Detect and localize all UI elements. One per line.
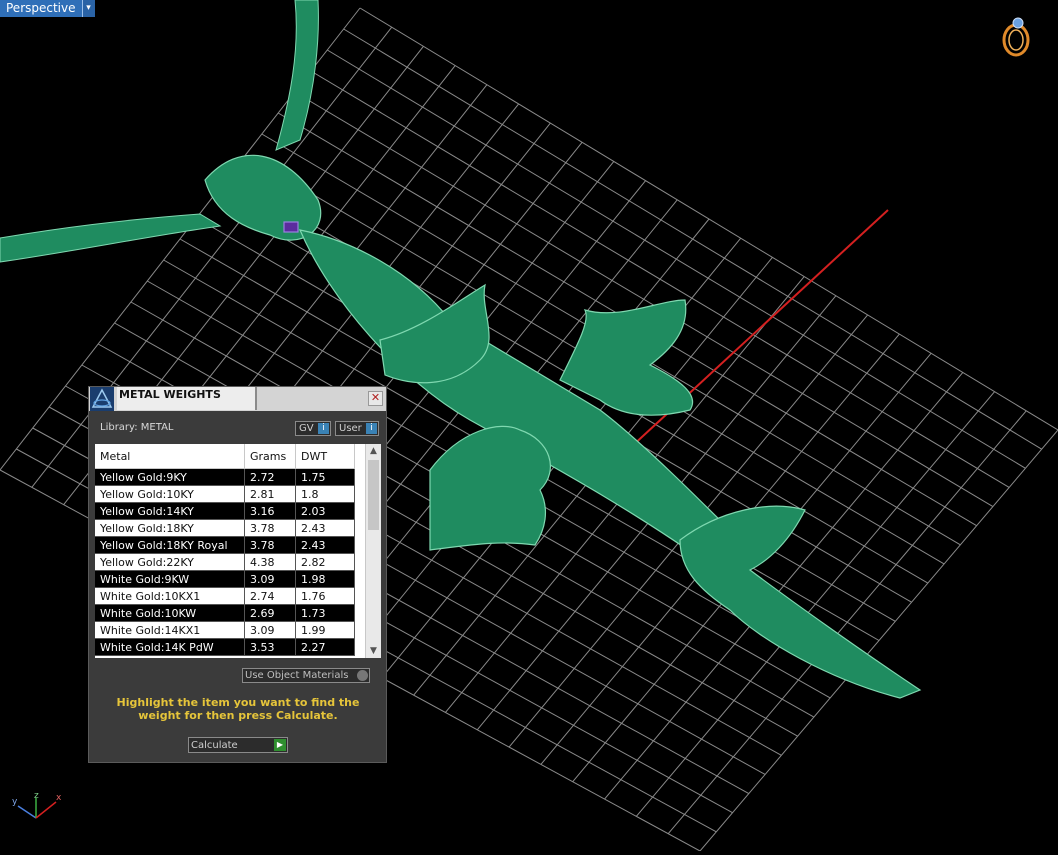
table-row[interactable]: Yellow Gold:18KY 3.78 2.43	[95, 519, 355, 537]
info-icon[interactable]: i	[318, 423, 329, 434]
cell-dwt: 1.98	[295, 570, 355, 588]
cell-dwt: 2.27	[295, 638, 355, 656]
grid-line	[604, 372, 964, 800]
axis-gizmo: y z x	[12, 791, 62, 819]
play-icon: ▶	[274, 739, 286, 751]
ring-icon[interactable]	[996, 14, 1036, 58]
library-label: Library: METAL	[100, 422, 174, 433]
cell-dwt: 1.75	[295, 468, 355, 486]
user-label: User	[339, 423, 362, 434]
view-label[interactable]: Perspective	[0, 0, 82, 17]
user-toggle[interactable]: User i	[335, 421, 379, 436]
cell-grams: 2.69	[244, 604, 296, 622]
calculate-button[interactable]: Calculate ▶	[188, 737, 288, 753]
view-selector[interactable]: Perspective ▾	[0, 0, 95, 17]
app-logo-icon	[90, 387, 114, 411]
axis-z-label: z	[34, 791, 39, 801]
cell-metal: White Gold:14K PdW	[95, 638, 245, 656]
cell-grams: 4.38	[244, 553, 296, 571]
cell-metal: White Gold:9KW	[95, 570, 245, 588]
cell-metal: Yellow Gold:18KY Royal	[95, 536, 245, 554]
gv-toggle[interactable]: GV i	[295, 421, 331, 436]
cell-grams: 2.81	[244, 485, 296, 503]
cell-metal: White Gold:10KX1	[95, 587, 245, 605]
table-row[interactable]: Yellow Gold:9KY 2.72 1.75	[95, 468, 355, 486]
info-icon[interactable]: i	[366, 423, 377, 434]
cell-grams: 3.53	[244, 638, 296, 656]
instruction-text: Highlight the item you want to find the …	[116, 696, 360, 722]
scroll-thumb[interactable]	[368, 460, 379, 530]
table-row[interactable]: White Gold:14K PdW 3.53 2.27	[95, 638, 355, 656]
grid-line	[635, 391, 995, 817]
cell-metal: Yellow Gold:22KY	[95, 553, 245, 571]
metal-table[interactable]: Metal Grams DWT Yellow Gold:9KY 2.72 1.75 Y…	[95, 444, 381, 658]
cell-dwt: 2.43	[295, 519, 355, 537]
cell-dwt: 1.99	[295, 621, 355, 639]
cell-grams: 3.78	[244, 536, 296, 554]
table-row[interactable]: Yellow Gold:14KY 3.16 2.03	[95, 502, 355, 520]
chevron-down-icon[interactable]: ▾	[81, 0, 95, 17]
table-row[interactable]: White Gold:14KX1 3.09 1.99	[95, 621, 355, 639]
table-scrollbar[interactable]: ▲ ▼	[365, 444, 381, 658]
table-row[interactable]: White Gold:10KX1 2.74 1.76	[95, 587, 355, 605]
table-row[interactable]: White Gold:10KW 2.69 1.73	[95, 604, 355, 622]
table-row[interactable]: Yellow Gold:10KY 2.81 1.8	[95, 485, 355, 503]
use-object-materials-label: Use Object Materials	[245, 670, 349, 681]
cell-dwt: 2.82	[295, 553, 355, 571]
cell-grams: 3.09	[244, 621, 296, 639]
cell-metal: Yellow Gold:14KY	[95, 502, 245, 520]
cell-metal: Yellow Gold:10KY	[95, 485, 245, 503]
dialog-titlebar[interactable]: METAL WEIGHTS ✕	[89, 387, 386, 411]
cell-grams: 3.16	[244, 502, 296, 520]
scroll-up-icon[interactable]: ▲	[366, 444, 381, 458]
column-header-grams[interactable]: Grams	[244, 444, 296, 469]
cell-grams: 3.78	[244, 519, 296, 537]
cell-metal: White Gold:14KX1	[95, 621, 245, 639]
close-button[interactable]: ✕	[368, 391, 383, 406]
grid-line	[667, 410, 1027, 835]
toggle-indicator-icon	[357, 670, 368, 681]
use-object-materials-toggle[interactable]: Use Object Materials	[242, 668, 370, 683]
cell-grams: 2.72	[244, 468, 296, 486]
scroll-down-icon[interactable]: ▼	[366, 644, 381, 658]
cell-dwt: 2.43	[295, 536, 355, 554]
cell-dwt: 1.8	[295, 485, 355, 503]
dialog-title: METAL WEIGHTS	[117, 387, 257, 410]
column-header-metal[interactable]: Metal	[95, 444, 245, 469]
column-header-dwt[interactable]: DWT	[295, 444, 355, 469]
table-row[interactable]: White Gold:9KW 3.09 1.98	[95, 570, 355, 588]
table-row[interactable]: Yellow Gold:18KY Royal 3.78 2.43	[95, 536, 355, 554]
cell-grams: 3.09	[244, 570, 296, 588]
cell-metal: Yellow Gold:18KY	[95, 519, 245, 537]
cell-dwt: 1.76	[295, 587, 355, 605]
axis-x-label: x	[56, 793, 62, 803]
cell-grams: 2.74	[244, 587, 296, 605]
cell-metal: White Gold:10KW	[95, 604, 245, 622]
grid-line	[699, 429, 1058, 852]
cell-dwt: 2.03	[295, 502, 355, 520]
metal-weights-dialog: METAL WEIGHTS ✕ Library: METAL GV i User…	[88, 386, 387, 763]
cell-dwt: 1.73	[295, 604, 355, 622]
axis-y-label: y	[12, 797, 18, 807]
gv-label: GV	[299, 423, 314, 434]
table-row[interactable]: Yellow Gold:22KY 4.38 2.82	[95, 553, 355, 571]
cell-metal: Yellow Gold:9KY	[95, 468, 245, 486]
calculate-label: Calculate	[191, 740, 238, 751]
